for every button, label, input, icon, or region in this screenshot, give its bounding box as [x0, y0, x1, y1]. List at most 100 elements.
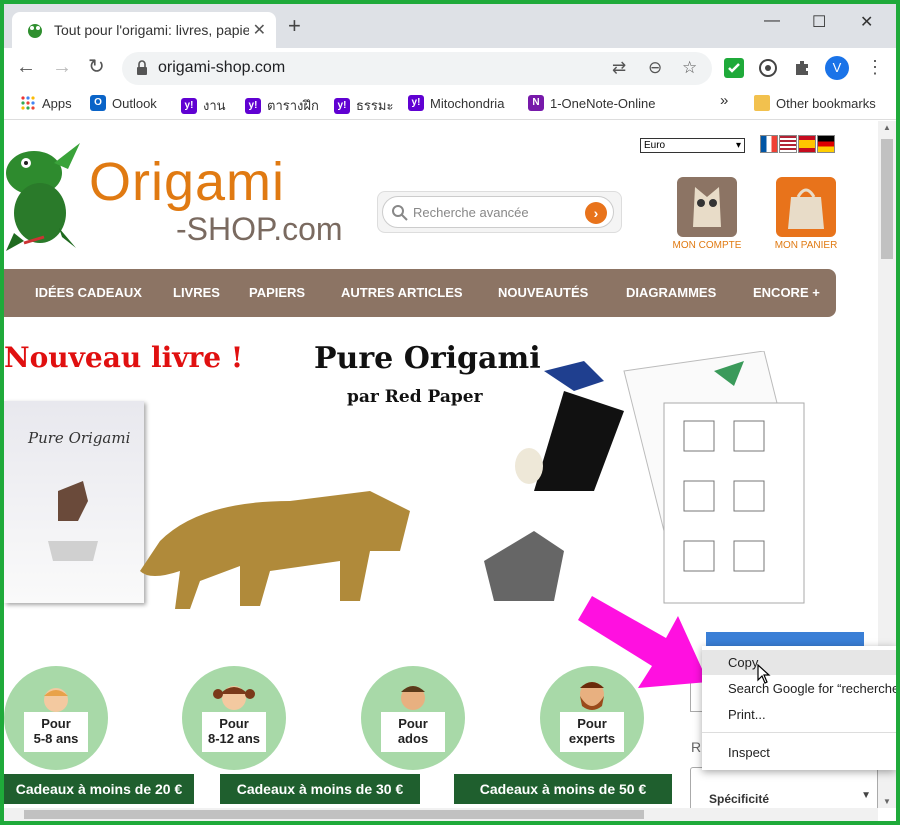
- account-label[interactable]: MON COMPTE: [667, 240, 747, 251]
- address-bar[interactable]: origami-shop.com ⇄ ⊖ ☆: [122, 52, 712, 85]
- gift-under-20-button[interactable]: Cadeaux à moins de 20 €: [4, 774, 194, 804]
- site-logo-word[interactable]: Origami: [89, 151, 285, 213]
- ram-origami-icon: [48, 481, 98, 561]
- search-input[interactable]: Recherche avancée ›: [382, 196, 614, 228]
- frog-favicon-icon: [28, 24, 42, 38]
- audience-label: Pour 5-8 ans: [24, 712, 88, 752]
- currency-value: Euro: [644, 140, 666, 151]
- audience-label: Pour experts: [560, 712, 624, 752]
- flag-es-icon[interactable]: [798, 135, 816, 153]
- flag-de-icon[interactable]: [817, 135, 835, 153]
- book-cover-image[interactable]: Pure Origami: [4, 401, 144, 603]
- maximize-button[interactable]: ☐: [812, 12, 826, 32]
- gift-under-50-button[interactable]: Cadeaux à moins de 50 €: [454, 774, 672, 804]
- scroll-down-icon[interactable]: ▼: [883, 797, 891, 806]
- window-close-button[interactable]: ✕: [860, 12, 873, 32]
- profile-avatar[interactable]: V: [825, 56, 849, 80]
- lock-icon: [137, 60, 147, 75]
- tab-title: Tout pour l'origami: livres, papiers: [54, 22, 249, 38]
- cart-button[interactable]: [776, 177, 836, 237]
- tab-close-icon[interactable]: ✕: [253, 20, 266, 40]
- vertical-scroll-thumb[interactable]: [881, 139, 893, 259]
- currency-select[interactable]: Euro ▾: [640, 138, 745, 153]
- tiger-origami-icon: [140, 491, 410, 609]
- scroll-up-icon[interactable]: ▲: [883, 123, 891, 132]
- context-inspect-item[interactable]: Inspect: [702, 740, 896, 765]
- selected-text-highlight: [706, 632, 864, 646]
- nav-papiers[interactable]: PAPIERS: [249, 285, 305, 300]
- filter-heading: R: [691, 739, 702, 755]
- bookmarks-overflow-button[interactable]: »: [720, 92, 728, 109]
- browser-menu-icon[interactable]: ⋮: [866, 56, 884, 78]
- bookmark-label: Apps: [42, 95, 72, 111]
- bookmark-label: Other bookmarks: [776, 95, 876, 111]
- account-button[interactable]: [677, 177, 737, 237]
- bookmark-thamma[interactable]: y! ธรรมะ: [334, 95, 393, 116]
- nav-autres-articles[interactable]: AUTRES ARTICLES: [341, 285, 463, 300]
- context-search-google-item[interactable]: Search Google for “recherche: [702, 676, 896, 701]
- new-tab-button[interactable]: +: [288, 15, 301, 37]
- flag-fr-icon[interactable]: [760, 135, 778, 153]
- zoom-icon[interactable]: ⊖: [648, 58, 662, 78]
- audience-8-12-card[interactable]: Pour 8-12 ans: [182, 666, 286, 770]
- bookmark-star-icon[interactable]: ☆: [682, 58, 697, 78]
- nav-nouveautes[interactable]: NOUVEAUTÉS: [498, 285, 588, 300]
- context-separator: [702, 732, 896, 733]
- main-nav: IDÉES CADEAUX LIVRES PAPIERS AUTRES ARTI…: [4, 269, 836, 317]
- other-bookmarks[interactable]: Other bookmarks: [754, 95, 876, 111]
- gift-under-30-button[interactable]: Cadeaux à moins de 30 €: [220, 774, 420, 804]
- yahoo-icon: y!: [408, 95, 424, 111]
- cover-title: Pure Origami: [28, 429, 131, 447]
- checkmark-extension-icon[interactable]: [724, 58, 744, 78]
- bookmarks-bar: Apps O Outlook y! งาน y! ตารางฝึก y! ธรร…: [4, 88, 896, 120]
- context-print-item[interactable]: Print...: [702, 702, 896, 727]
- owl-icon: [693, 187, 721, 227]
- back-button[interactable]: ←: [16, 56, 36, 78]
- chevron-down-icon: ▼: [861, 790, 871, 801]
- onenote-icon: N: [528, 95, 544, 111]
- horizontal-scrollbar[interactable]: [4, 808, 878, 821]
- bookmark-label: ธรรมะ: [356, 98, 394, 113]
- apps-grid-icon: [21, 96, 35, 110]
- forward-button[interactable]: →: [52, 56, 72, 78]
- bookmark-tarang-fuek[interactable]: y! ตารางฝึก: [245, 95, 319, 116]
- podcast-extension-icon[interactable]: [758, 58, 778, 78]
- flag-us-icon[interactable]: [779, 135, 797, 153]
- origami-models-image: [484, 351, 805, 604]
- mouse-cursor-icon: [757, 664, 771, 684]
- folder-icon: [754, 95, 770, 111]
- bookmark-label: Outlook: [112, 95, 157, 111]
- bookmark-ngan[interactable]: y! งาน: [181, 95, 226, 116]
- bookmark-onenote[interactable]: N 1-OneNote-Online: [528, 95, 656, 111]
- nav-livres[interactable]: LIVRES: [173, 285, 220, 300]
- horizontal-scroll-thumb[interactable]: [24, 810, 644, 819]
- translate-icon[interactable]: ⇄: [612, 58, 626, 78]
- specificity-select[interactable]: Spécificité ▼: [690, 767, 878, 808]
- reload-button[interactable]: ↻: [88, 56, 105, 78]
- yahoo-icon: y!: [334, 97, 350, 114]
- audience-ados-card[interactable]: Pour ados: [361, 666, 465, 770]
- browser-toolbar: ← → ↻ origami-shop.com ⇄ ⊖ ☆ V ⋮: [4, 48, 896, 88]
- audience-5-8-card[interactable]: Pour 5-8 ans: [4, 666, 108, 770]
- extensions-puzzle-icon[interactable]: [792, 58, 812, 78]
- book-author[interactable]: par Red Paper: [347, 387, 483, 407]
- tab-origami-shop[interactable]: Tout pour l'origami: livres, papiers ✕: [12, 12, 276, 48]
- nav-encore[interactable]: ENCORE +: [753, 285, 820, 300]
- site-logo-shop[interactable]: -SHOP.com: [176, 211, 343, 248]
- bookmark-label: Mitochondria: [430, 95, 505, 111]
- minimize-button[interactable]: —: [764, 12, 780, 30]
- bookmark-outlook[interactable]: O Outlook: [90, 95, 157, 111]
- tab-strip: Tout pour l'origami: livres, papiers ✕ +…: [4, 4, 896, 48]
- bookmark-mitochondria[interactable]: y! Mitochondria: [408, 95, 504, 111]
- bookmark-apps[interactable]: Apps: [20, 95, 72, 111]
- search-submit-button[interactable]: ›: [585, 202, 607, 224]
- search-box: Recherche avancée ›: [377, 191, 622, 233]
- chevron-down-icon: ▾: [735, 140, 741, 151]
- new-book-heading[interactable]: Nouveau livre !: [4, 341, 243, 374]
- nav-diagrammes[interactable]: DIAGRAMMES: [626, 285, 716, 300]
- nav-idees-cadeaux[interactable]: IDÉES CADEAUX: [35, 285, 142, 300]
- cart-label[interactable]: MON PANIER: [766, 240, 846, 251]
- context-copy-item[interactable]: Copy: [702, 650, 896, 675]
- url-text[interactable]: origami-shop.com: [158, 59, 285, 77]
- search-icon: [392, 205, 408, 221]
